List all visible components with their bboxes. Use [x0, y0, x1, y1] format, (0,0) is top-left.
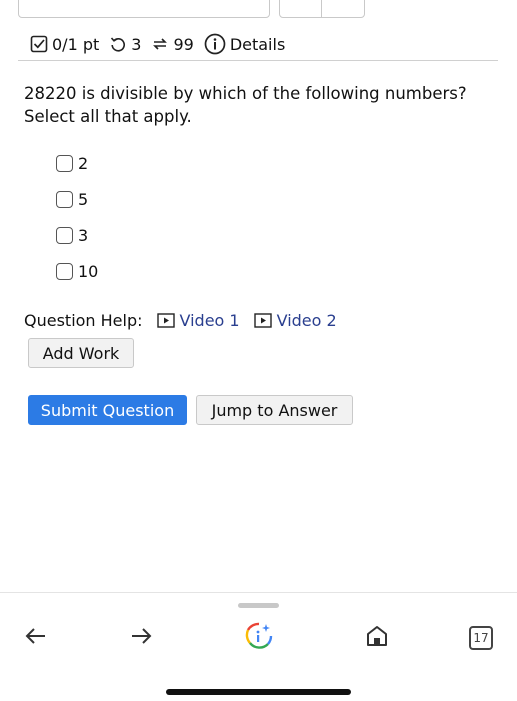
- divider: [18, 60, 498, 61]
- retry-icon: [111, 37, 126, 52]
- details-link[interactable]: Details: [204, 33, 285, 55]
- option-10[interactable]: 10: [56, 253, 98, 289]
- forward-arrow-icon[interactable]: [128, 623, 154, 649]
- question-text: 28220 is divisible by which of the follo…: [24, 84, 467, 126]
- tab-switcher-button[interactable]: 17: [469, 626, 493, 650]
- google-lens-icon[interactable]: [244, 621, 274, 651]
- video-icon: [253, 313, 272, 328]
- home-icon[interactable]: [364, 623, 390, 649]
- video-2-label: Video 2: [276, 311, 337, 330]
- attempts-count: 99: [173, 34, 194, 54]
- attempts-icon: [153, 38, 168, 50]
- option-checkbox[interactable]: [56, 262, 73, 280]
- question-help: Question Help: Video 1 Video 2: [24, 311, 337, 330]
- checkbox-score-icon: [30, 35, 48, 53]
- option-label: 2: [78, 153, 89, 173]
- back-arrow-icon[interactable]: [23, 623, 49, 649]
- browser-toolbar: 17: [0, 592, 517, 701]
- add-work-button[interactable]: Add Work: [28, 338, 134, 368]
- question-meta-bar: 0/1 pt 3 99 Details: [30, 31, 295, 57]
- video-2-link[interactable]: Video 2: [253, 311, 337, 330]
- option-label: 10: [78, 261, 99, 281]
- video-icon: [156, 313, 175, 328]
- question-selector[interactable]: [18, 0, 270, 18]
- score-text: 0/1 pt: [52, 34, 100, 54]
- jump-to-answer-button[interactable]: Jump to Answer: [196, 395, 353, 425]
- option-checkbox[interactable]: [56, 226, 73, 244]
- retries-indicator: 3: [109, 35, 141, 54]
- option-2[interactable]: 2: [56, 145, 98, 181]
- submit-question-button[interactable]: Submit Question: [28, 395, 187, 425]
- retries-count: 3: [131, 34, 142, 54]
- info-icon: [204, 33, 226, 55]
- video-1-label: Video 1: [179, 311, 240, 330]
- sheet-handle[interactable]: [238, 603, 279, 608]
- option-checkbox[interactable]: [56, 190, 73, 208]
- video-1-link[interactable]: Video 1: [156, 311, 240, 330]
- option-checkbox[interactable]: [56, 154, 73, 172]
- details-label: Details: [229, 34, 286, 54]
- option-5[interactable]: 5: [56, 181, 98, 217]
- question-nav-buttons[interactable]: [279, 0, 365, 18]
- question-help-label: Question Help:: [24, 311, 143, 330]
- score-indicator: 0/1 pt: [30, 35, 99, 54]
- option-label: 5: [78, 189, 89, 209]
- answer-options: 2 5 3 10: [56, 145, 98, 289]
- home-indicator[interactable]: [166, 689, 351, 695]
- option-label: 3: [78, 225, 89, 245]
- attempts-indicator: 99: [151, 34, 194, 54]
- option-3[interactable]: 3: [56, 217, 98, 253]
